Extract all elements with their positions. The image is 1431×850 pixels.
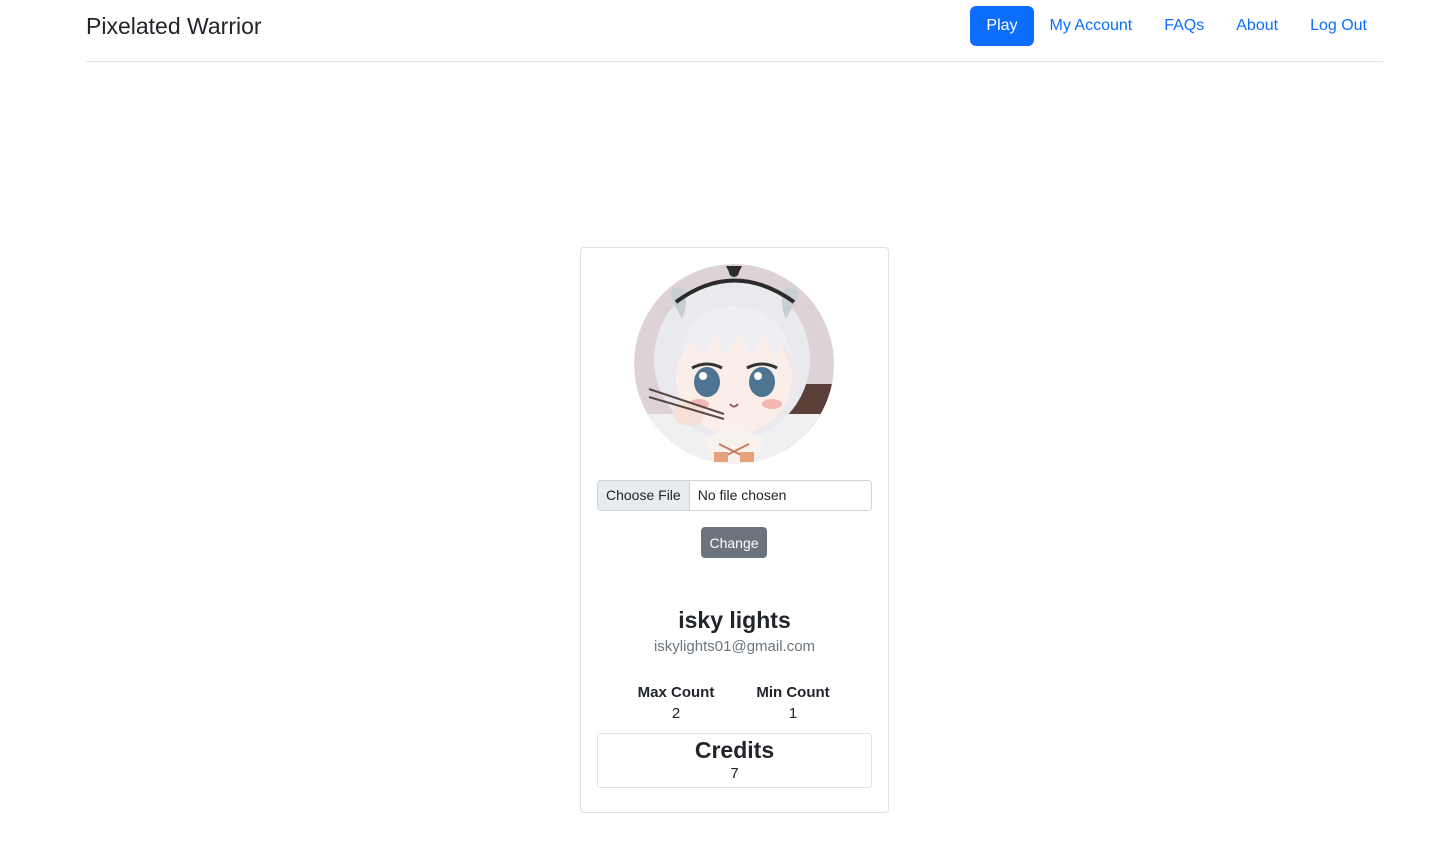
- brand-title[interactable]: Pixelated Warrior: [86, 12, 262, 40]
- nav-about[interactable]: About: [1220, 6, 1294, 46]
- nav-play[interactable]: Play: [970, 6, 1034, 46]
- choose-file-button[interactable]: Choose File: [598, 481, 690, 510]
- max-count-stat: Max Count 2: [626, 683, 726, 724]
- avatar: [634, 264, 834, 464]
- nav-log-out[interactable]: Log Out: [1294, 6, 1383, 46]
- user-email: iskylights01@gmail.com: [653, 638, 816, 655]
- max-count-label: Max Count: [637, 684, 715, 701]
- avatar-image: [634, 264, 834, 464]
- navbar: Pixelated Warrior Play My Account FAQs A…: [86, 0, 1383, 62]
- min-count-value: 1: [788, 705, 798, 722]
- min-count-label: Min Count: [756, 684, 830, 701]
- min-count-stat: Min Count 1: [743, 683, 843, 724]
- credits-box: Credits 7: [597, 733, 872, 788]
- credits-label: Credits: [694, 737, 775, 763]
- max-count-value: 2: [671, 705, 681, 722]
- nav-faqs[interactable]: FAQs: [1148, 6, 1220, 46]
- change-avatar-button[interactable]: Change: [701, 527, 767, 558]
- nav-menu: Play My Account FAQs About Log Out: [970, 6, 1383, 46]
- profile-card: Choose File No file chosen Change isky l…: [580, 247, 889, 813]
- file-status: No file chosen: [697, 487, 787, 503]
- avatar-file-input[interactable]: Choose File No file chosen: [597, 480, 872, 511]
- user-name: isky lights: [678, 607, 791, 633]
- nav-my-account[interactable]: My Account: [1034, 6, 1149, 46]
- credits-value: 7: [730, 765, 739, 782]
